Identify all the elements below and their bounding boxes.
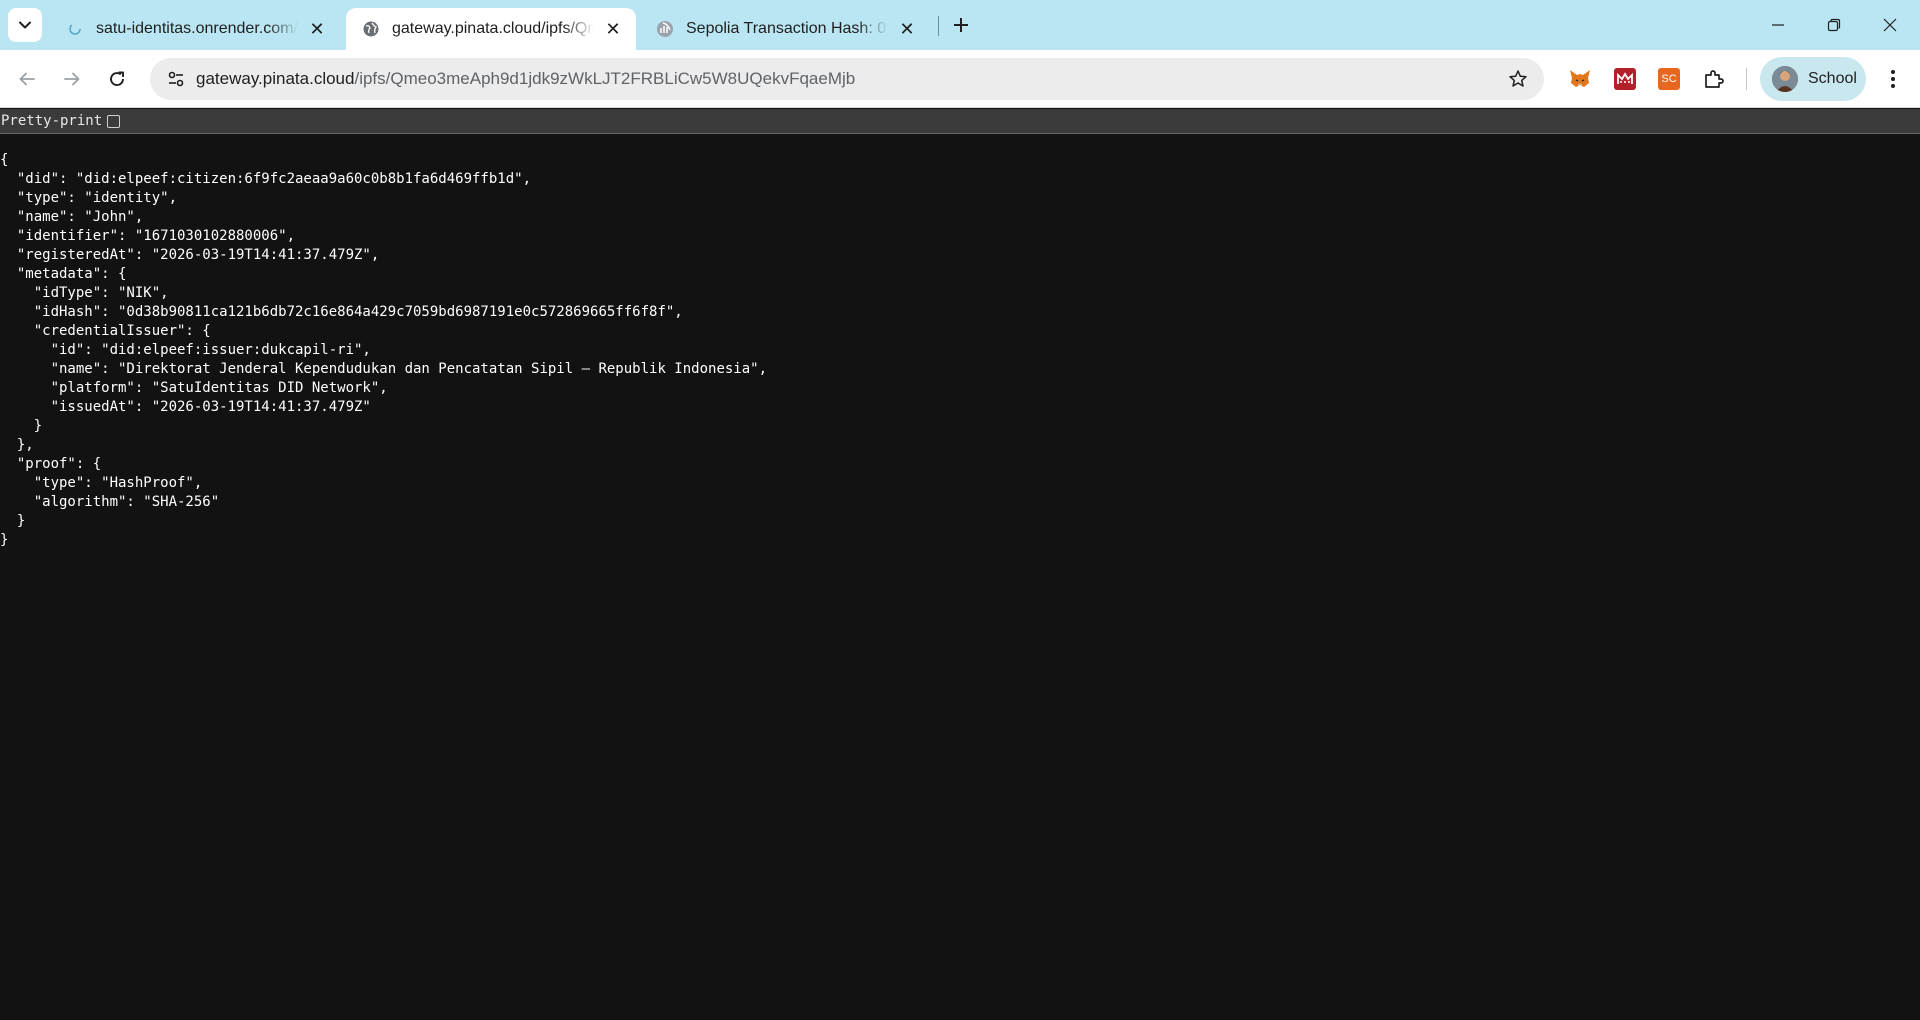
json-line: "algorithm": "SHA-256" [0, 494, 220, 510]
json-line: "idType": "NIK", [0, 285, 169, 301]
close-tab-icon[interactable]: ✕ [896, 18, 918, 40]
json-line: "id": "did:elpeef:issuer:dukcapil-ri", [0, 342, 371, 358]
browser-menu-button[interactable] [1878, 64, 1908, 94]
back-button[interactable] [9, 61, 45, 97]
etherscan-icon [656, 20, 674, 38]
pretty-print-bar: Pretty-print [0, 109, 1920, 134]
address-bar[interactable]: gateway.pinata.cloud/ipfs/Qmeo3meAph9d1j… [150, 58, 1544, 100]
json-line: "credentialIssuer": { [0, 323, 211, 339]
close-tab-icon[interactable]: ✕ [602, 18, 624, 40]
restore-button[interactable] [1806, 0, 1862, 50]
json-content: { "did": "did:elpeef:citizen:6f9fc2aeaa9… [0, 151, 767, 550]
restore-icon [1827, 18, 1841, 32]
close-icon [1883, 18, 1897, 32]
metamask-extension-icon[interactable] [1566, 65, 1594, 93]
site-info-button[interactable] [160, 63, 192, 95]
browser-toolbar: gateway.pinata.cloud/ipfs/Qmeo3meAph9d1j… [0, 50, 1920, 108]
loading-spinner-icon [66, 20, 84, 38]
tab-title: gateway.pinata.cloud/ipfs/Qmeo3meAph9d1j… [392, 20, 594, 37]
avatar [1772, 66, 1798, 92]
globe-icon [362, 20, 380, 38]
json-line: } [0, 532, 9, 548]
json-line: "registeredAt": "2026-03-19T14:41:37.479… [0, 247, 380, 263]
forward-button[interactable] [54, 61, 90, 97]
json-line: "idHash": "0d38b90811ca121b6db72c16e864a… [0, 304, 683, 320]
plus-icon [954, 18, 968, 32]
tab-strip: satu-identitas.onrender.com/did ✕ gatewa… [0, 0, 1920, 50]
json-line: "name": "Direktorat Jenderal Kependuduka… [0, 361, 768, 377]
tab-title: satu-identitas.onrender.com/did [96, 20, 298, 37]
json-line: "name": "John", [0, 209, 144, 225]
json-line: "platform": "SatuIdentitas DID Network", [0, 380, 388, 396]
profile-label: School [1808, 70, 1857, 87]
reload-icon [110, 71, 124, 86]
json-line: "proof": { [0, 456, 102, 472]
reload-button[interactable] [99, 61, 135, 97]
tab-sepolia-etherscan[interactable]: Sepolia Transaction Hash: 0x05c ✕ [640, 8, 930, 50]
new-tab-button[interactable] [946, 10, 976, 40]
close-tab-icon[interactable]: ✕ [306, 18, 328, 40]
puzzle-extensions-icon[interactable] [1700, 65, 1728, 93]
red-extension-icon[interactable] [1611, 65, 1639, 93]
json-line: } [0, 513, 26, 529]
url-path: /ipfs/Qmeo3meAph9d1jdk9zWkLJT2FRBLiCw5W8… [354, 69, 856, 88]
tab-pinata-gateway[interactable]: gateway.pinata.cloud/ipfs/Qmeo3meAph9d1j… [346, 8, 636, 50]
tab-satu-identitas[interactable]: satu-identitas.onrender.com/did ✕ [50, 8, 340, 50]
sc-extension-icon[interactable]: SC [1655, 65, 1683, 93]
tab-title: Sepolia Transaction Hash: 0x05c [686, 20, 888, 37]
json-line: "metadata": { [0, 266, 127, 282]
sc-extension-label: SC [1658, 68, 1680, 90]
url-host: gateway.pinata.cloud [196, 69, 355, 88]
more-vertical-icon [1891, 70, 1895, 88]
json-line: "issuedAt": "2026-03-19T14:41:37.479Z" [0, 399, 371, 415]
tune-icon [168, 71, 184, 87]
url-text[interactable]: gateway.pinata.cloud/ipfs/Qmeo3meAph9d1j… [196, 58, 855, 100]
json-line: "identifier": "1671030102880006", [0, 228, 296, 244]
profile-button[interactable]: School [1760, 57, 1866, 101]
json-line: "type": "HashProof", [0, 475, 203, 491]
json-line: "did": "did:elpeef:citizen:6f9fc2aeaa9a6… [0, 171, 532, 187]
close-window-button[interactable] [1862, 0, 1918, 50]
json-line: } [0, 418, 43, 434]
chevron-down-icon [19, 21, 31, 29]
json-line: "type": "identity", [0, 190, 178, 206]
toolbar-separator [1746, 68, 1747, 90]
pretty-print-label: Pretty-print [1, 113, 103, 129]
arrow-left-icon [19, 72, 35, 86]
tab-separator [938, 16, 939, 36]
pretty-print-checkbox[interactable] [107, 114, 121, 128]
tab-search-button[interactable] [8, 8, 42, 42]
minimize-icon [1772, 24, 1784, 26]
star-icon [1509, 70, 1527, 87]
minimize-button[interactable] [1750, 0, 1806, 50]
json-viewer-page: Pretty-print { "did": "did:elpeef:citize… [0, 109, 1920, 1020]
json-line: }, [0, 437, 34, 453]
bookmark-button[interactable] [1502, 63, 1534, 95]
json-line: { [0, 152, 9, 168]
arrow-right-icon [64, 72, 80, 86]
